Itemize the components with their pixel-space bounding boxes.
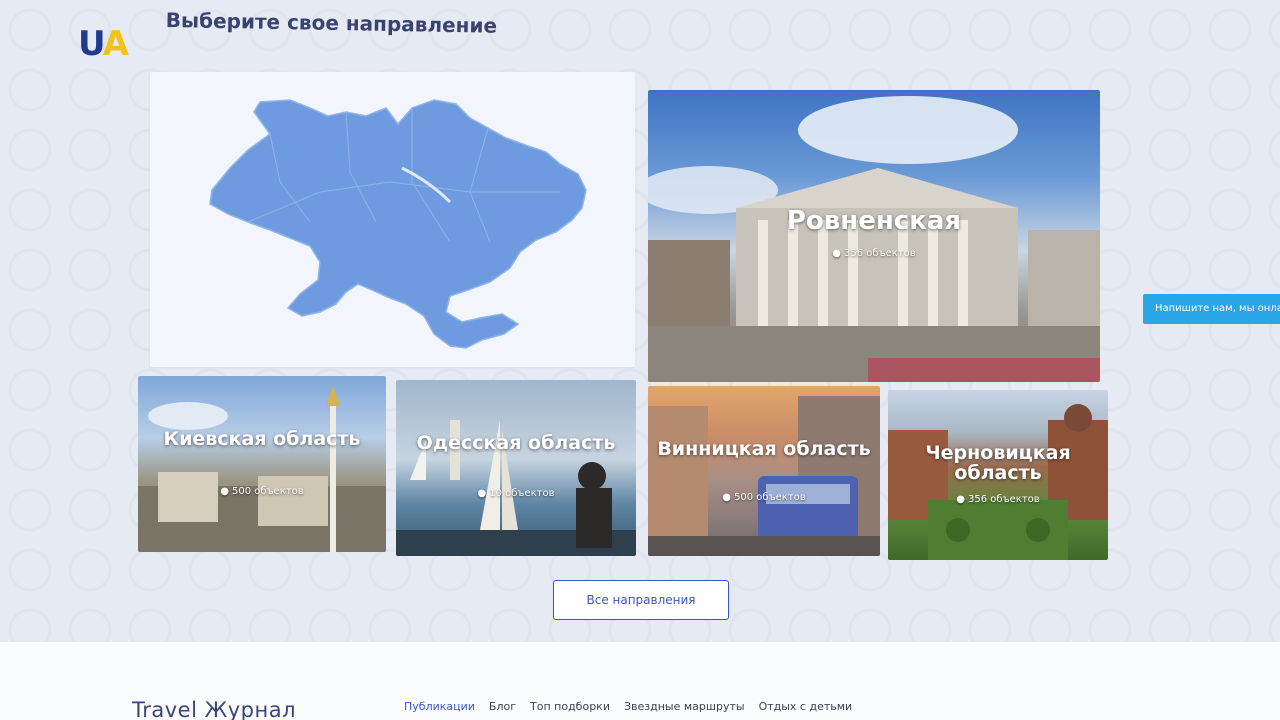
destination-card-chernivtsi-oblast[interactable]: Черновицкая область ● 356 объектов: [888, 390, 1108, 560]
card-count-chernivtsi-oblast: ● 356 объектов: [888, 494, 1108, 505]
card-count-kyiv-oblast: ● 500 объектов: [138, 486, 386, 497]
journal-tabs: Публикации Блог Топ подборки Звездные ма…: [404, 700, 852, 713]
card-count-odesa-oblast: ● 10 объектов: [396, 488, 636, 499]
ukraine-map-card[interactable]: [150, 72, 635, 367]
card-title-odesa-oblast: Одесская область: [416, 432, 616, 454]
location-pin-icon: ●: [832, 248, 842, 259]
logo-letter-a: A: [102, 24, 129, 64]
tab-top-picks[interactable]: Топ подборки: [530, 700, 610, 713]
location-pin-icon: ●: [956, 494, 966, 505]
card-count-text: 10 объектов: [489, 488, 555, 499]
card-count-text: 500 объектов: [232, 486, 304, 497]
odesa-harbor-illustration: [396, 420, 636, 556]
journal-title: Travel Журнал: [132, 698, 296, 720]
ukraine-map-icon[interactable]: [150, 72, 635, 367]
rivne-theatre-illustration: [648, 96, 1100, 382]
ua-channel-logo: UA: [78, 24, 129, 64]
card-count-text: 356 объектов: [968, 494, 1040, 505]
destination-card-odesa-oblast[interactable]: Одесская область ● 10 объектов: [396, 380, 636, 556]
destination-card-kyiv-oblast[interactable]: Киевская область ● 500 объектов: [138, 376, 386, 552]
destination-card-vinnytsia-oblast[interactable]: Винницкая область ● 500 объектов: [648, 386, 880, 556]
card-title-kyiv-oblast: Киевская область: [163, 428, 361, 450]
card-count-vinnytsia-oblast: ● 500 объектов: [648, 492, 880, 503]
vinnytsia-street-illustration: [648, 396, 880, 556]
tab-star-routes[interactable]: Звездные маршруты: [624, 700, 745, 713]
location-pin-icon: ●: [477, 488, 487, 499]
destination-card-rivne[interactable]: Ровненская ● 356 объектов: [648, 90, 1100, 382]
destinations-section: UA Выберите свое направление Ровненская …: [0, 0, 1280, 642]
card-count-text: 356 объектов: [844, 248, 916, 259]
kyiv-skyline-illustration: [138, 386, 386, 552]
card-title-chernivtsi-oblast: Черновицкая область: [925, 442, 1071, 484]
card-count-text: 500 объектов: [734, 492, 806, 503]
tab-family-holidays[interactable]: Отдых с детьми: [759, 700, 853, 713]
all-destinations-button[interactable]: Все направления: [553, 580, 729, 620]
travel-journal-section: Travel Журнал Публикации Блог Топ подбор…: [0, 642, 1280, 720]
logo-letter-u: U: [78, 24, 105, 64]
location-pin-icon: ●: [220, 486, 230, 497]
tab-publications[interactable]: Публикации: [404, 700, 475, 713]
chat-tab-button[interactable]: Напишите нам, мы онлайн: [1143, 294, 1280, 324]
ukraine-map-shape[interactable]: [209, 99, 587, 349]
card-title-rivne: Ровненская: [786, 206, 962, 236]
card-title-vinnytsia-oblast: Винницкая область: [657, 438, 871, 460]
location-pin-icon: ●: [722, 492, 732, 503]
tab-blog[interactable]: Блог: [489, 700, 516, 713]
card-count-rivne: ● 356 объектов: [648, 248, 1100, 259]
